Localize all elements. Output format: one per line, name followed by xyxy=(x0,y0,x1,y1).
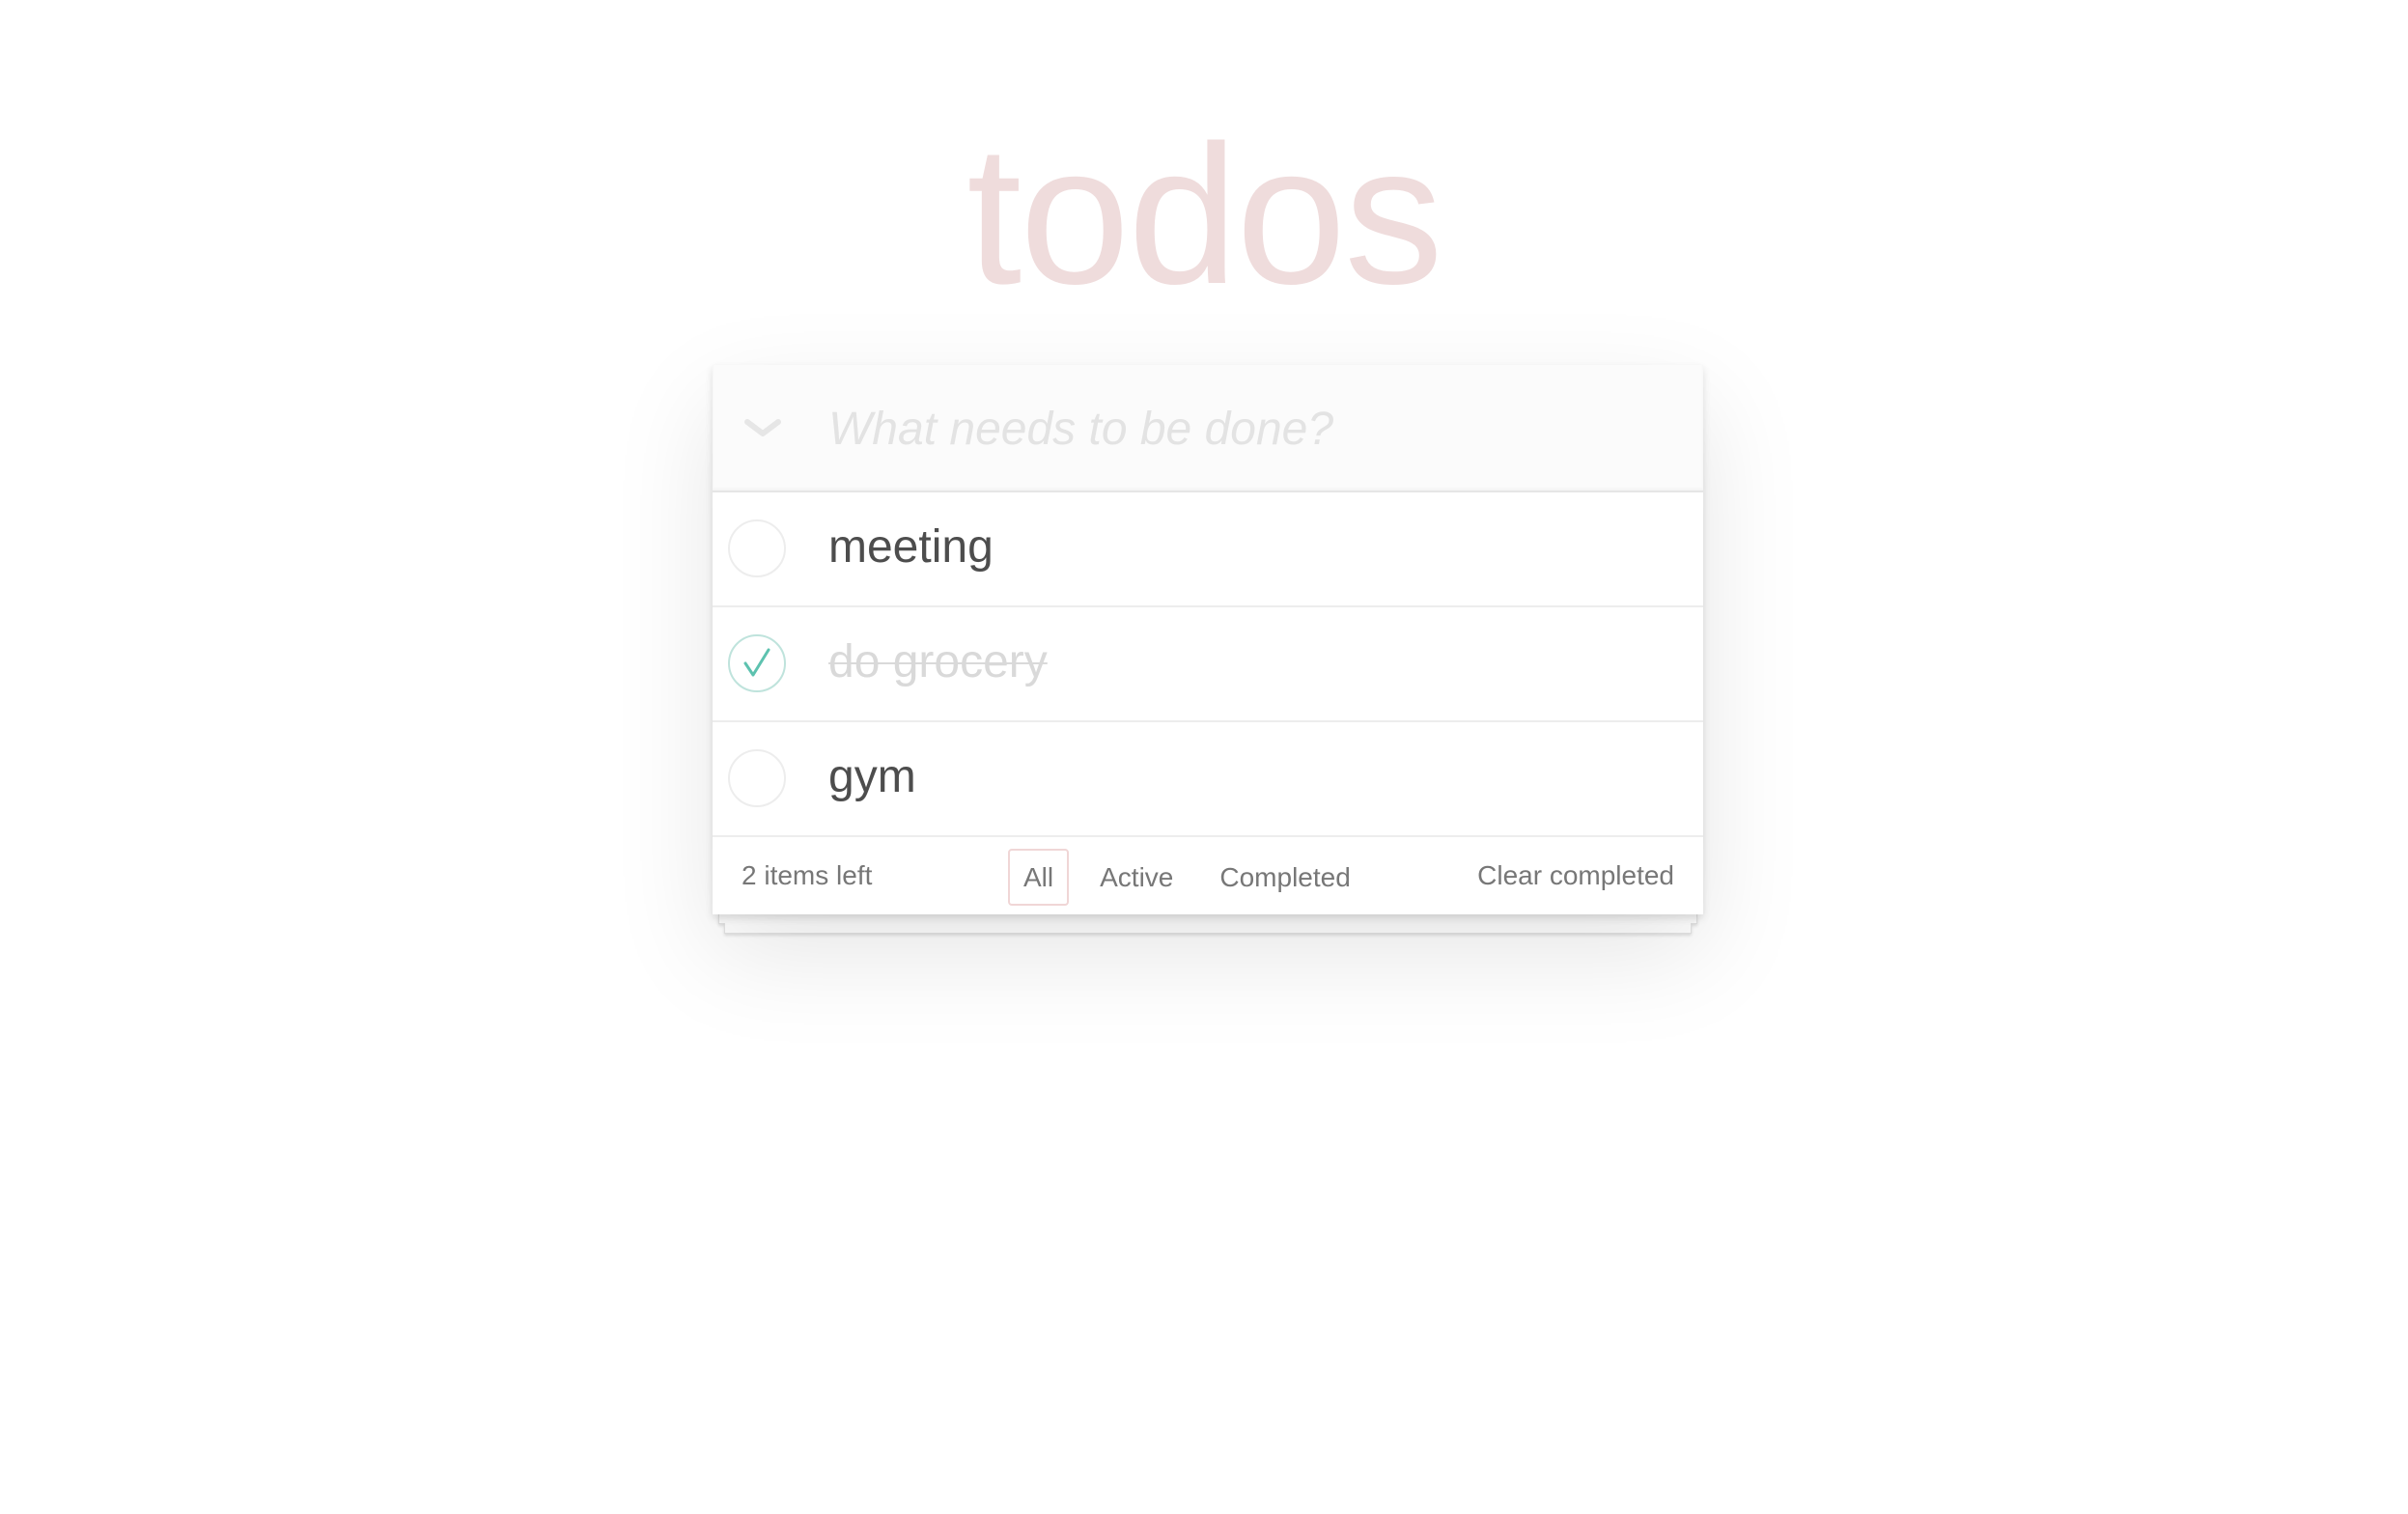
filter-all[interactable]: All xyxy=(1008,849,1070,906)
todo-list: meeting do grocery gym xyxy=(713,492,1703,837)
footer: 2 items left All Active Completed Clear … xyxy=(713,837,1703,914)
toggle-all-button[interactable] xyxy=(734,402,792,456)
todo-item: do grocery xyxy=(713,607,1703,722)
todo-label[interactable]: do grocery xyxy=(828,639,1048,686)
chevron-down-icon xyxy=(744,419,781,436)
todo-label[interactable]: meeting xyxy=(828,524,994,571)
filters: All Active Completed xyxy=(1008,849,1382,906)
filter-active[interactable]: Active xyxy=(1084,849,1189,906)
app-title: todos xyxy=(966,104,1443,325)
todo-item: meeting xyxy=(713,492,1703,607)
filter-completed[interactable]: Completed xyxy=(1204,849,1365,906)
stack-shadow-2 xyxy=(724,923,1692,934)
todo-item: gym xyxy=(713,722,1703,837)
todo-checkbox-checked[interactable] xyxy=(728,634,786,692)
items-left-count: 2 items left xyxy=(742,860,873,890)
todo-checkbox[interactable] xyxy=(728,749,786,807)
todo-label[interactable]: gym xyxy=(828,754,916,800)
todo-checkbox[interactable] xyxy=(728,519,786,577)
checkmark-icon xyxy=(743,648,770,677)
clear-completed-button[interactable]: Clear completed xyxy=(1477,860,1674,891)
header xyxy=(713,365,1703,492)
new-todo-input[interactable] xyxy=(826,388,1661,469)
todo-app: meeting do grocery gym 2 items left All … xyxy=(713,365,1703,914)
